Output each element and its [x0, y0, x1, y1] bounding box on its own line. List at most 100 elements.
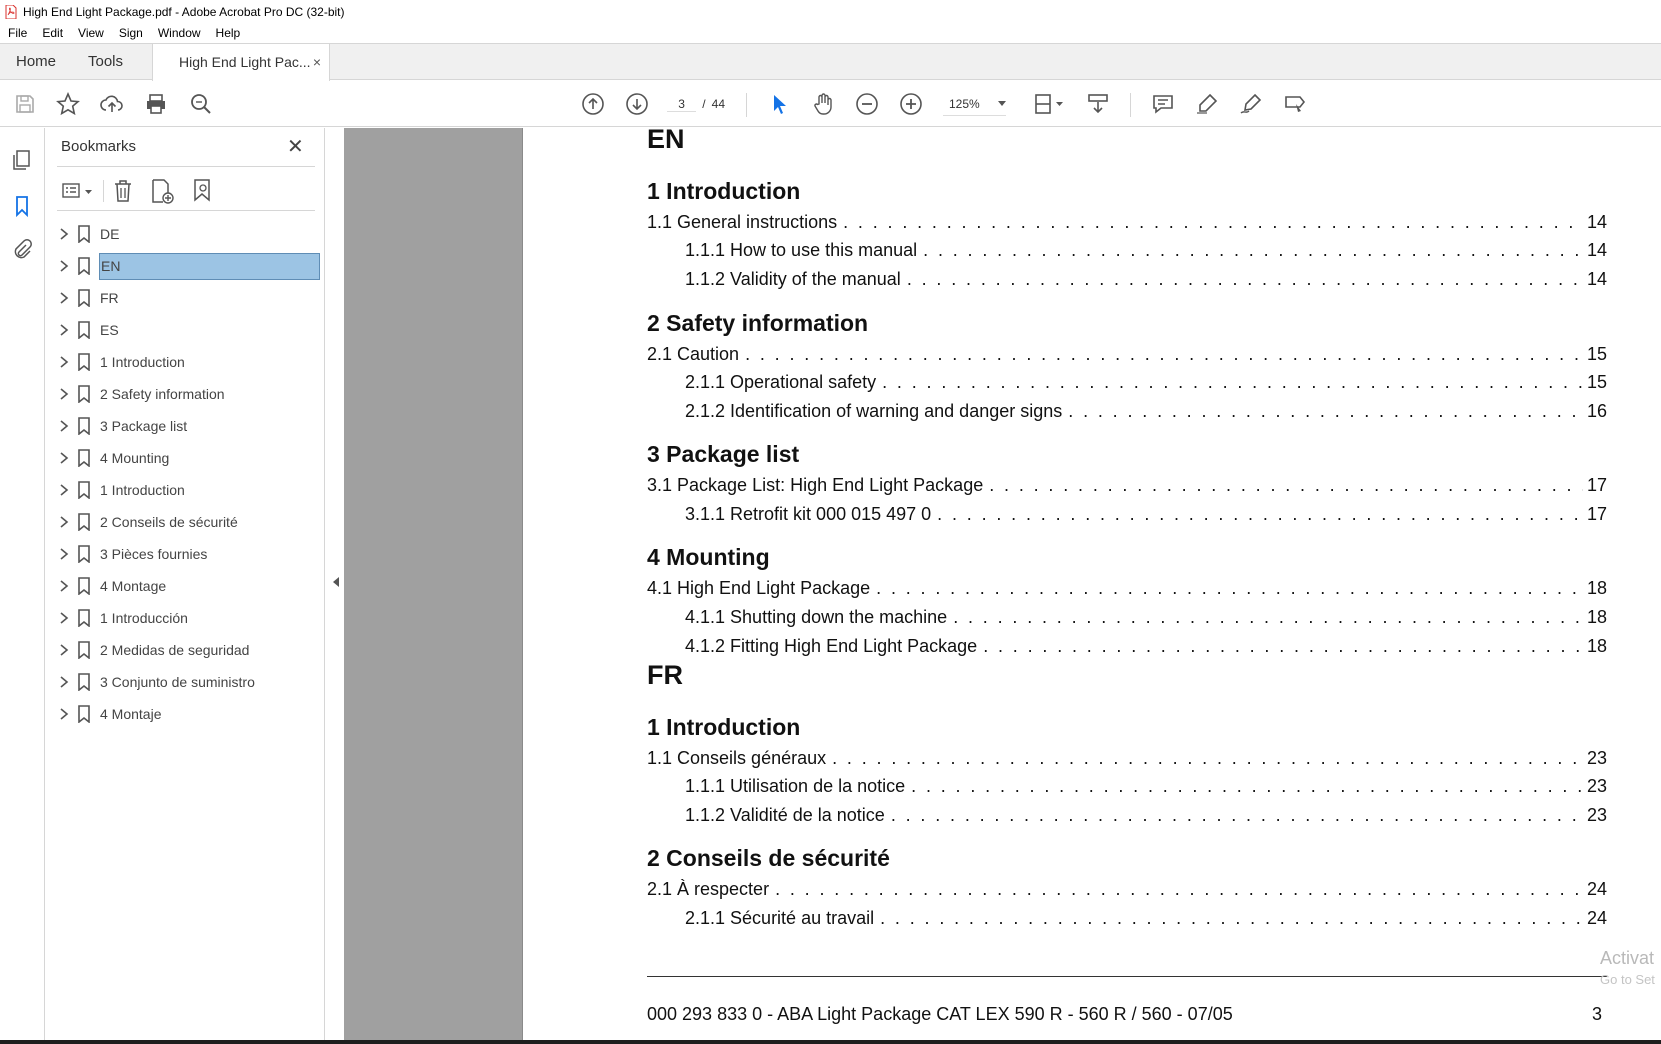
menu-edit[interactable]: Edit: [42, 26, 63, 40]
bookmark-item[interactable]: 4 Mounting: [45, 442, 325, 474]
toc-entry[interactable]: 1.1.1 How to use this manual. . . . . . …: [685, 240, 1607, 264]
menu-file[interactable]: File: [8, 26, 27, 40]
bookmark-item[interactable]: 2 Conseils de sécurité: [45, 506, 325, 538]
select-cursor-icon[interactable]: [766, 91, 792, 117]
scroll-mode-icon[interactable]: [1085, 91, 1111, 117]
toc-entry[interactable]: 2.1.1 Operational safety. . . . . . . . …: [685, 372, 1607, 396]
page-display-icon[interactable]: [1032, 91, 1068, 117]
attachments-icon[interactable]: [10, 238, 34, 262]
bookmark-item[interactable]: 4 Montaje: [45, 698, 325, 730]
language-heading: EN: [647, 124, 685, 154]
bookmark-item[interactable]: 1 Introduction: [45, 346, 325, 378]
bookmark-item[interactable]: 2 Safety information: [45, 378, 325, 410]
bookmark-item[interactable]: FR: [45, 282, 325, 314]
toolbar-divider: [746, 93, 747, 117]
bookmark-label: 4 Montage: [100, 578, 167, 594]
chevron-right-icon[interactable]: [57, 290, 71, 306]
chevron-right-icon[interactable]: [57, 514, 71, 530]
bookmark-item[interactable]: 1 Introduction: [45, 474, 325, 506]
bookmark-item[interactable]: 1 Introducción: [45, 602, 325, 634]
chevron-right-icon[interactable]: [57, 258, 71, 274]
tab-home[interactable]: Home: [16, 44, 56, 80]
total-pages: 44: [711, 97, 725, 111]
menu-window[interactable]: Window: [158, 26, 201, 40]
bookmark-item[interactable]: ES: [45, 314, 325, 346]
collapse-panel-icon[interactable]: [332, 576, 340, 588]
chevron-right-icon[interactable]: [57, 322, 71, 338]
bookmark-icon: [78, 385, 90, 403]
bookmark-item[interactable]: 4 Montage: [45, 570, 325, 602]
toc-entry-page: 17: [1586, 475, 1607, 495]
search-icon[interactable]: [188, 91, 214, 117]
chevron-right-icon[interactable]: [57, 642, 71, 658]
upload-cloud-icon[interactable]: [99, 91, 125, 117]
toc-entry[interactable]: 2.1.1 Sécurité au travail. . . . . . . .…: [685, 908, 1607, 932]
toolbar-divider: [103, 180, 104, 202]
tab-tools[interactable]: Tools: [88, 44, 123, 80]
toc-entry[interactable]: 1.1.1 Utilisation de la notice. . . . . …: [685, 776, 1607, 800]
print-icon[interactable]: [143, 91, 169, 117]
chevron-right-icon[interactable]: [57, 706, 71, 722]
bookmark-label: ES: [100, 322, 119, 338]
toc-entry-title: 3.1 Package List: High End Light Package: [647, 475, 990, 496]
save-icon[interactable]: [12, 91, 38, 117]
toc-entry[interactable]: 1.1.2 Validité de la notice. . . . . . .…: [685, 805, 1607, 829]
chevron-right-icon[interactable]: [57, 418, 71, 434]
delete-bookmark-icon[interactable]: [111, 178, 135, 204]
toc-entry[interactable]: 1.1.2 Validity of the manual. . . . . . …: [685, 269, 1607, 293]
draw-sign-icon[interactable]: [1238, 91, 1264, 117]
bookmark-item[interactable]: 3 Pièces fournies: [45, 538, 325, 570]
bookmark-item[interactable]: 2 Medidas de seguridad: [45, 634, 325, 666]
toc-entry[interactable]: 4.1.1 Shutting down the machine. . . . .…: [685, 607, 1607, 631]
tab-close-icon[interactable]: ×: [313, 44, 321, 80]
chevron-right-icon[interactable]: [57, 226, 71, 242]
hand-tool-icon[interactable]: [810, 91, 836, 117]
chevron-right-icon[interactable]: [57, 354, 71, 370]
chevron-right-icon[interactable]: [57, 578, 71, 594]
tab-document[interactable]: High End Light Pac... ×: [152, 44, 330, 81]
close-icon[interactable]: ✕: [287, 134, 304, 159]
toc-entry-page: 15: [1586, 344, 1607, 364]
next-page-icon[interactable]: [624, 91, 650, 117]
chevron-right-icon[interactable]: [57, 674, 71, 690]
page-thumbnails-icon[interactable]: [10, 148, 34, 172]
new-bookmark-icon[interactable]: [149, 178, 175, 204]
bookmark-label: 4 Montaje: [100, 706, 162, 722]
toc-entry[interactable]: 2.1.2 Identification of warning and dang…: [685, 401, 1607, 425]
comment-icon[interactable]: [1150, 91, 1176, 117]
toc-entry[interactable]: 4.1.2 Fitting High End Light Package. . …: [685, 636, 1607, 660]
toc-entry[interactable]: 3.1.1 Retrofit kit 000 015 497 0. . . . …: [685, 504, 1607, 528]
chapter-heading: 2 Safety information: [647, 310, 869, 336]
chapter-heading: 1 Introduction: [647, 178, 801, 204]
toc-entry[interactable]: 2.1 Caution. . . . . . . . . . . . . . .…: [647, 344, 1607, 368]
star-icon[interactable]: [55, 91, 81, 117]
chevron-right-icon[interactable]: [57, 546, 71, 562]
zoom-in-icon[interactable]: [898, 91, 924, 117]
fill-sign-icon[interactable]: [1282, 91, 1308, 117]
toc-entry[interactable]: 1.1 Conseils généraux. . . . . . . . . .…: [647, 748, 1607, 772]
bookmark-options-icon[interactable]: [61, 180, 97, 202]
chevron-right-icon[interactable]: [57, 450, 71, 466]
menu-help[interactable]: Help: [216, 26, 241, 40]
chevron-right-icon[interactable]: [57, 482, 71, 498]
bookmarks-panel-icon[interactable]: [10, 194, 34, 218]
toc-entry[interactable]: 3.1 Package List: High End Light Package…: [647, 475, 1607, 499]
bookmark-item[interactable]: 3 Conjunto de suministro: [45, 666, 325, 698]
menu-sign[interactable]: Sign: [119, 26, 143, 40]
chevron-right-icon[interactable]: [57, 386, 71, 402]
previous-page-icon[interactable]: [580, 91, 606, 117]
current-page-input[interactable]: 3: [667, 97, 697, 112]
toc-entry-title: 2.1 Caution: [647, 344, 746, 365]
bookmark-item[interactable]: 3 Package list: [45, 410, 325, 442]
bookmark-item-selected[interactable]: EN: [45, 250, 325, 282]
menu-view[interactable]: View: [78, 26, 104, 40]
bookmark-search-icon[interactable]: [191, 178, 215, 204]
chevron-right-icon[interactable]: [57, 610, 71, 626]
bookmark-item[interactable]: DE: [45, 218, 325, 250]
toc-entry[interactable]: 1.1 General instructions. . . . . . . . …: [647, 212, 1607, 236]
zoom-out-icon[interactable]: [854, 91, 880, 117]
toc-entry[interactable]: 4.1 High End Light Package. . . . . . . …: [647, 578, 1607, 602]
zoom-select[interactable]: 125%: [943, 92, 1006, 116]
toc-entry[interactable]: 2.1 À respecter. . . . . . . . . . . . .…: [647, 879, 1607, 903]
highlight-icon[interactable]: [1194, 91, 1220, 117]
